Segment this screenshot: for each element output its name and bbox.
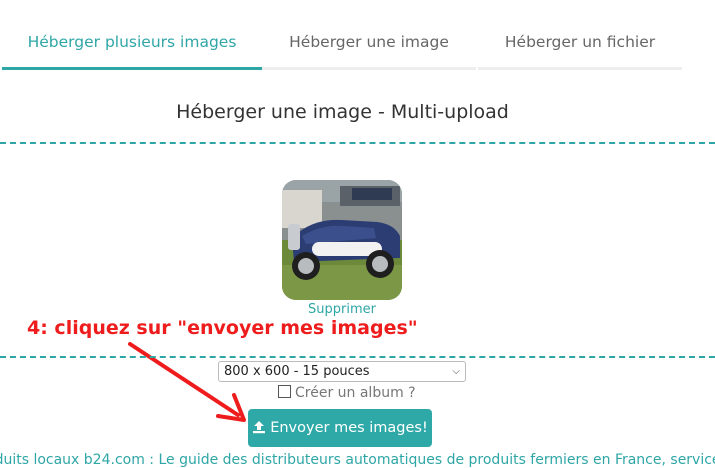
send-images-button[interactable]: Envoyer mes images! [248,409,432,447]
page-title: Héberger une image - Multi-upload [176,101,509,123]
image-size-select[interactable]: 800 x 600 - 15 pouces ⌵ [218,361,466,382]
tab-multi-upload[interactable]: Héberger plusieurs images [2,0,262,70]
tab-file[interactable]: Héberger un fichier [478,0,682,70]
dashed-divider-bottom [0,356,715,358]
uploaded-image-thumbnail[interactable] [282,180,402,300]
image-size-select-value: 800 x 600 - 15 pouces [224,364,370,379]
create-album-checkbox[interactable] [278,385,291,398]
create-album-label[interactable]: Créer un album ? [295,385,416,401]
upload-icon [253,421,266,434]
car-photo [282,180,402,300]
remove-image-link[interactable]: Supprimer [282,302,402,317]
footer-link[interactable]: oduits locaux b24.com : Le guide des dis… [0,452,715,468]
tab-bar: Héberger plusieurs images Héberger une i… [0,0,715,72]
dashed-divider-top [0,142,715,144]
tab-single-image[interactable]: Héberger une image [262,0,476,70]
send-images-label: Envoyer mes images! [270,420,428,436]
red-arrow-icon [128,342,246,422]
create-album-row: Créer un album ? [278,385,416,403]
chevron-down-icon: ⌵ [452,366,460,377]
